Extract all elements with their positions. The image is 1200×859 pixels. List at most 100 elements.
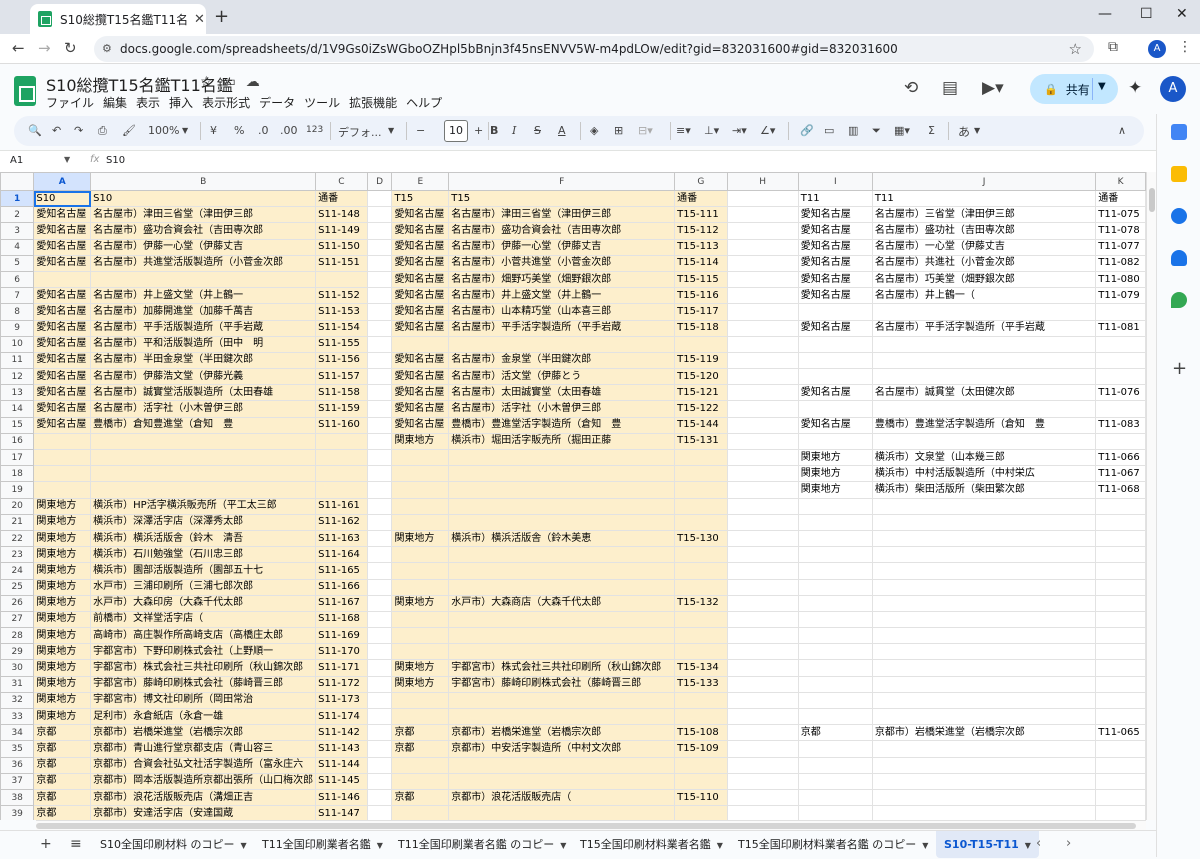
cell[interactable]: 京都市）中安活字製造所（中村文次郎 [448, 740, 676, 758]
cell[interactable]: 名古屋市）活字社（小木曽伊三郎 [90, 400, 317, 418]
cell[interactable]: 横浜市）堀田活字販売所（掘田正藤 [448, 432, 676, 451]
cell[interactable] [726, 303, 799, 321]
cell[interactable] [726, 254, 799, 272]
cell[interactable]: T11-079 [1095, 287, 1146, 305]
cell[interactable]: S11-164 [315, 546, 368, 564]
cell[interactable] [726, 691, 799, 710]
maps-icon[interactable] [1171, 292, 1187, 308]
cell[interactable] [366, 206, 393, 224]
comments-icon[interactable]: ▤ [942, 78, 958, 98]
cell[interactable] [366, 529, 393, 548]
cell[interactable] [366, 400, 393, 418]
cell[interactable]: T11 [797, 189, 873, 208]
cell[interactable] [366, 416, 393, 434]
cell[interactable]: S11-155 [315, 335, 368, 353]
font-size-input[interactable]: 10 [444, 120, 468, 142]
row-header[interactable]: 9 [0, 319, 35, 337]
row-header[interactable]: 39 [0, 805, 35, 820]
cell[interactable] [797, 707, 873, 726]
row-header[interactable]: 16 [0, 432, 35, 451]
row-header[interactable]: 3 [0, 222, 35, 240]
cell[interactable]: 名古屋市）盛功合資会社（吉田専次郎 [448, 222, 676, 240]
column-header[interactable]: K [1095, 172, 1146, 191]
zoom-select[interactable]: 100% [148, 124, 179, 137]
cell[interactable]: S11-160 [315, 416, 368, 434]
cell[interactable] [33, 481, 92, 499]
cell[interactable] [1095, 756, 1146, 774]
currency-format-button[interactable]: ¥ [210, 124, 217, 137]
column-header[interactable]: I [797, 172, 873, 191]
bookmark-star-icon[interactable]: ☆ [1069, 40, 1082, 58]
cell[interactable] [1095, 772, 1146, 790]
insert-link-icon[interactable]: 🔗 [800, 124, 814, 137]
cell[interactable] [391, 643, 450, 661]
cell[interactable] [797, 303, 873, 321]
cell[interactable]: 横浜市）中村活版製造所（中村栄広 [871, 465, 1097, 483]
cell[interactable]: 愛知名古屋 [33, 287, 92, 305]
cell[interactable] [797, 368, 873, 386]
cell[interactable]: 名古屋市）山本精巧堂（山本喜三郎 [448, 303, 676, 321]
cell[interactable] [674, 627, 728, 645]
cell[interactable] [448, 805, 676, 820]
row-header[interactable]: 4 [0, 238, 35, 256]
cell[interactable]: 横浜市）石川勉強堂（石川忠三郎 [90, 546, 317, 564]
cell[interactable] [315, 481, 368, 499]
browser-profile-avatar[interactable]: A [1148, 40, 1166, 58]
cell[interactable] [726, 238, 799, 256]
cell[interactable] [726, 627, 799, 645]
cell[interactable] [871, 432, 1097, 451]
input-tools-dropdown-icon[interactable]: ▼ [974, 126, 980, 135]
cell[interactable]: 愛知名古屋 [797, 287, 873, 305]
row-header[interactable]: 37 [0, 772, 35, 790]
row-header[interactable]: 32 [0, 691, 35, 710]
cell[interactable]: 愛知名古屋 [391, 416, 450, 434]
cell[interactable] [726, 643, 799, 661]
cell[interactable]: 関東地方 [391, 529, 450, 548]
cell[interactable] [391, 513, 450, 531]
cell[interactable] [366, 448, 393, 467]
cell[interactable]: 豊橋市）倉知豊進堂（倉知 豊 [90, 416, 317, 434]
cell[interactable] [797, 643, 873, 661]
cell[interactable]: 愛知名古屋 [391, 368, 450, 386]
cell[interactable] [871, 562, 1097, 580]
cell[interactable]: 関東地方 [33, 513, 92, 531]
forward-icon[interactable]: → [38, 39, 51, 57]
cell[interactable]: T15 [391, 189, 450, 208]
cell[interactable]: 関東地方 [33, 594, 92, 612]
cell[interactable] [871, 513, 1097, 531]
cell[interactable] [1095, 805, 1146, 820]
select-all-corner[interactable] [0, 172, 35, 191]
cell[interactable]: 愛知名古屋 [391, 400, 450, 418]
cell[interactable]: 関東地方 [33, 562, 92, 580]
cell[interactable]: 京都 [391, 788, 450, 807]
scroll-tabs-left-icon[interactable]: ‹ [1036, 836, 1041, 851]
redo-icon[interactable]: ↷ [74, 124, 83, 137]
cell[interactable] [726, 529, 799, 548]
cell[interactable]: 関東地方 [33, 707, 92, 726]
cell[interactable]: T15-116 [674, 287, 728, 305]
cell[interactable]: 横浜市）文泉堂（山本幾三郎 [871, 448, 1097, 467]
cell[interactable]: 愛知名古屋 [33, 206, 92, 224]
row-header[interactable]: 24 [0, 562, 35, 580]
cell[interactable]: 名古屋市）平和活版製造所（田中 明 [90, 335, 317, 353]
decrease-font-size-icon[interactable]: − [416, 124, 425, 137]
cell[interactable] [871, 610, 1097, 629]
cell[interactable]: 横浜市）横浜活版舎（鈴木美恵 [448, 529, 676, 548]
cell[interactable]: 通番 [1095, 189, 1146, 208]
cell[interactable]: T11-082 [1095, 254, 1146, 272]
name-box-dropdown-icon[interactable]: ▼ [64, 155, 70, 164]
cell[interactable] [871, 368, 1097, 386]
cell[interactable] [1095, 400, 1146, 418]
cell[interactable] [391, 465, 450, 483]
cell[interactable]: 京都市）岩橋栄進堂（岩橋宗次郎 [871, 724, 1097, 742]
cell[interactable] [726, 416, 799, 434]
cell[interactable] [871, 303, 1097, 321]
cell[interactable]: 名古屋市）巧美堂（畑野銀次郎 [871, 270, 1097, 289]
cell[interactable] [726, 562, 799, 580]
cell[interactable]: S11-171 [315, 659, 368, 677]
cell[interactable] [366, 578, 393, 596]
cell[interactable] [726, 756, 799, 774]
cell[interactable] [871, 351, 1097, 370]
menu-tools[interactable]: ツール [304, 94, 340, 111]
cell[interactable] [726, 206, 799, 224]
